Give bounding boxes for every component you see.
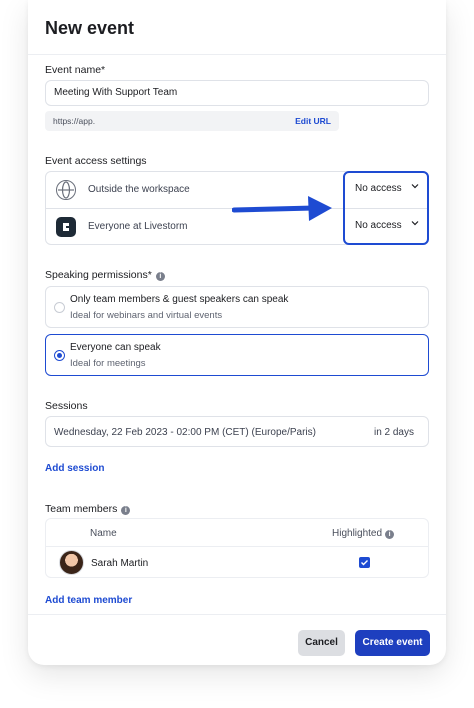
- speaking-permissions-text: Speaking permissions*: [45, 269, 152, 281]
- option-title: Only team members & guest speakers can s…: [70, 294, 289, 305]
- option-title: Everyone can speak: [70, 342, 161, 353]
- info-icon[interactable]: i: [121, 506, 131, 515]
- table-header: Name Highlighted i: [46, 519, 428, 547]
- info-icon[interactable]: i: [155, 272, 165, 281]
- livestorm-logo-icon: [56, 217, 76, 237]
- avatar: [59, 550, 84, 575]
- session-relative-time: in 2 days: [373, 427, 414, 438]
- access-settings-label: Event access settings: [45, 155, 147, 167]
- header-divider: [28, 54, 446, 55]
- edit-url-link[interactable]: Edit URL: [295, 111, 331, 131]
- create-event-button[interactable]: Create event: [355, 630, 430, 656]
- highlighted-checkbox[interactable]: [359, 557, 370, 568]
- speaking-option-team-only[interactable]: Only team members & guest speakers can s…: [45, 286, 429, 328]
- info-icon[interactable]: i: [385, 530, 395, 539]
- new-event-dialog: New event Event name* Meeting With Suppo…: [28, 0, 446, 665]
- team-members-text: Team members: [45, 503, 118, 515]
- sessions-label: Sessions: [45, 400, 88, 412]
- team-members-label: Team members i: [45, 503, 131, 515]
- radio-button[interactable]: [54, 302, 65, 313]
- dropdown-highlight-box: [343, 171, 429, 245]
- session-row[interactable]: Wednesday, 22 Feb 2023 - 02:00 PM (CET) …: [45, 416, 429, 447]
- column-header-highlighted: Highlighted i: [332, 528, 395, 539]
- column-header-name: Name: [90, 528, 117, 539]
- option-subtitle: Ideal for webinars and virtual events: [70, 310, 223, 321]
- event-name-input[interactable]: Meeting With Support Team: [45, 80, 429, 106]
- add-team-member-link[interactable]: Add team member: [45, 595, 132, 606]
- speaking-option-everyone[interactable]: Everyone can speak Ideal for meetings: [45, 334, 429, 376]
- globe-icon: [56, 180, 76, 200]
- speaking-permissions-label: Speaking permissions* i: [45, 269, 165, 281]
- access-row-label: Outside the workspace: [88, 184, 190, 195]
- event-name-label: Event name*: [45, 64, 106, 76]
- access-row-label: Everyone at Livestorm: [88, 221, 188, 232]
- arrow-icon: [232, 196, 332, 221]
- radio-button-selected[interactable]: [54, 350, 65, 361]
- column-header-highlighted-text: Highlighted: [332, 528, 383, 539]
- cancel-button[interactable]: Cancel: [298, 630, 345, 656]
- team-members-table: Name Highlighted i Sarah Martin: [45, 518, 429, 578]
- footer-divider: [28, 614, 446, 615]
- session-date: Wednesday, 22 Feb 2023 - 02:00 PM (CET) …: [54, 427, 316, 438]
- add-session-link[interactable]: Add session: [45, 463, 104, 474]
- url-prefix: https://app.: [53, 116, 96, 126]
- event-url-bar: https://app. Edit URL: [45, 111, 339, 131]
- dialog-title: New event: [45, 18, 135, 38]
- member-name: Sarah Martin: [91, 558, 149, 569]
- option-subtitle: Ideal for meetings: [70, 358, 146, 369]
